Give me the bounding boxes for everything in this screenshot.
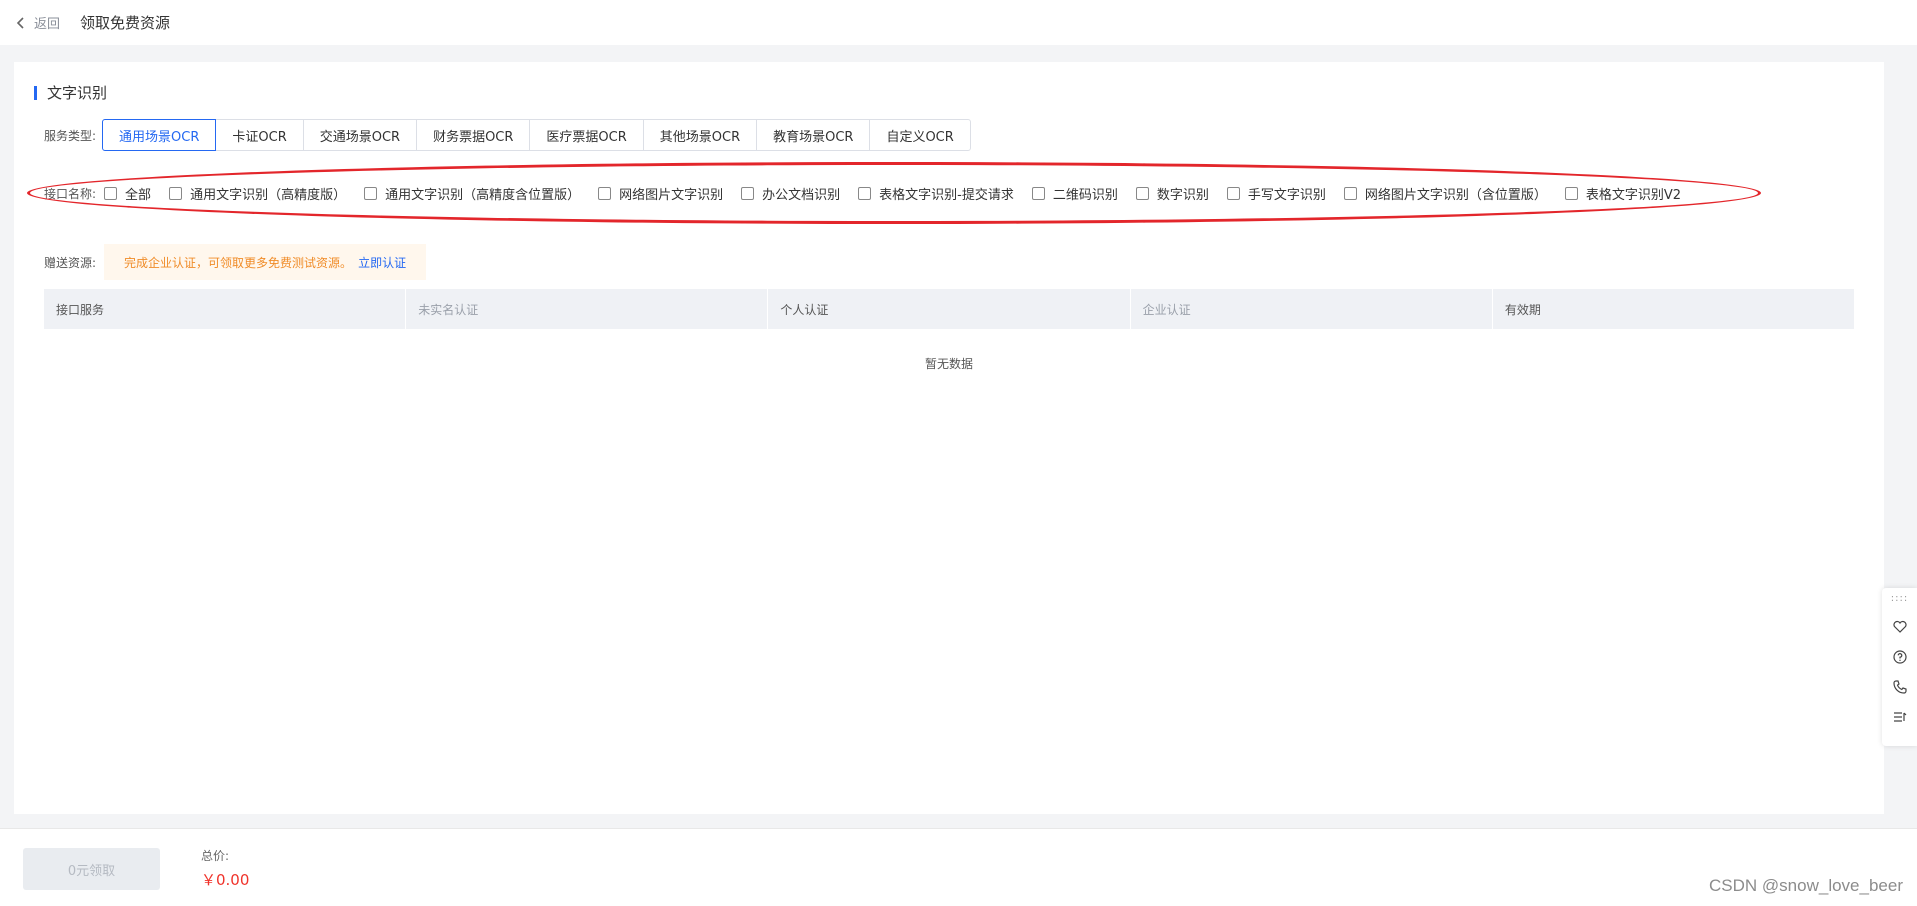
checkbox-box[interactable] xyxy=(364,187,378,200)
checkbox-general-high-precision[interactable]: 通用文字识别（高精度版） xyxy=(169,184,346,203)
section-title-text: 文字识别 xyxy=(47,84,108,102)
empty-state-text: 暂无数据 xyxy=(924,357,973,371)
drag-handle-icon[interactable]: :::: xyxy=(1891,594,1908,604)
checkbox-label: 网络图片文字识别 xyxy=(619,188,724,203)
checkbox-label: 通用文字识别（高精度版） xyxy=(190,188,347,203)
checkbox-label: 表格文字识别-提交请求 xyxy=(879,188,1014,203)
chevron-left-icon xyxy=(16,16,24,29)
enterprise-auth-notice: 完成企业认证，可领取更多免费测试资源。 立即认证 xyxy=(104,244,427,280)
checkbox-box[interactable] xyxy=(104,187,118,200)
section-title-bar xyxy=(34,85,37,100)
checkbox-box[interactable] xyxy=(1564,187,1578,200)
checkbox-table-submit[interactable]: 表格文字识别-提交请求 xyxy=(858,184,1014,203)
checkbox-label: 通用文字识别（高精度含位置版） xyxy=(385,188,581,203)
service-type-tabs: 通用场景OCR 卡证OCR 交通场景OCR 财务票据OCR 医疗票据OCR 其他… xyxy=(102,119,971,151)
list-icon[interactable] xyxy=(1890,707,1910,727)
column-header-interface-service: 接口服务 xyxy=(44,289,407,329)
gift-resource-row: 赠送资源: 完成企业认证，可领取更多免费测试资源。 立即认证 xyxy=(44,244,427,280)
checkbox-box[interactable] xyxy=(1226,187,1240,200)
watermark-text: CSDN @snow_love_beer xyxy=(1709,876,1903,895)
checkbox-label: 表格文字识别V2 xyxy=(1585,188,1682,203)
help-icon[interactable] xyxy=(1890,647,1910,667)
checkbox-label: 办公文档识别 xyxy=(762,188,841,203)
service-type-label: 服务类型: xyxy=(44,128,97,143)
tab-general-ocr[interactable]: 通用场景OCR xyxy=(102,119,217,151)
claim-free-button[interactable]: 0元领取 xyxy=(23,848,160,890)
heart-icon[interactable] xyxy=(1890,617,1910,637)
total-price-label: 总价: xyxy=(201,849,230,863)
column-header-personal: 个人认证 xyxy=(768,289,1131,329)
bottom-bar: 0元领取 总价: ￥0.00 CSDN @snow_love_beer xyxy=(0,828,1917,906)
checkbox-table-v2[interactable]: 表格文字识别V2 xyxy=(1564,184,1682,203)
checkbox-label: 全部 xyxy=(125,188,152,203)
tab-card-ocr[interactable]: 卡证OCR xyxy=(215,119,304,151)
checkbox-qrcode[interactable]: 二维码识别 xyxy=(1031,184,1118,203)
column-header-enterprise: 企业认证 xyxy=(1131,289,1493,329)
page-title: 领取免费资源 xyxy=(80,14,171,32)
checkbox-box[interactable] xyxy=(169,187,183,200)
tab-custom-ocr[interactable]: 自定义OCR xyxy=(869,119,971,151)
service-type-row: 服务类型: 通用场景OCR 卡证OCR 交通场景OCR 财务票据OCR 医疗票据… xyxy=(44,119,971,151)
checkbox-box[interactable] xyxy=(598,187,612,200)
notice-text: 完成企业认证，可领取更多免费测试资源。 xyxy=(124,255,353,270)
back-label: 返回 xyxy=(34,17,61,32)
checkbox-all[interactable]: 全部 xyxy=(104,184,151,203)
column-header-validity: 有效期 xyxy=(1504,302,1541,317)
main-card: 文字识别 服务类型: 通用场景OCR 卡证OCR 交通场景OCR 财务票据OCR… xyxy=(14,62,1884,814)
tab-other-ocr[interactable]: 其他场景OCR xyxy=(642,119,758,151)
checkbox-web-image[interactable]: 网络图片文字识别 xyxy=(598,184,723,203)
back-button[interactable]: 返回 xyxy=(14,13,60,32)
checkbox-web-image-location[interactable]: 网络图片文字识别（含位置版） xyxy=(1343,184,1547,203)
tab-medical-ocr[interactable]: 医疗票据OCR xyxy=(529,119,644,151)
checkbox-numbers[interactable]: 数字识别 xyxy=(1135,184,1209,203)
checkbox-label: 手写文字识别 xyxy=(1247,188,1326,203)
checkbox-box[interactable] xyxy=(1031,187,1045,200)
floating-toolbar: :::: xyxy=(1882,588,1917,746)
top-header: 返回 领取免费资源 xyxy=(0,0,1917,45)
verify-now-link[interactable]: 立即认证 xyxy=(358,254,406,271)
checkbox-handwriting[interactable]: 手写文字识别 xyxy=(1226,184,1326,203)
checkbox-label: 网络图片文字识别（含位置版） xyxy=(1364,188,1547,203)
checkbox-office-doc[interactable]: 办公文档识别 xyxy=(741,184,840,203)
gift-resource-label: 赠送资源: xyxy=(44,255,97,270)
tab-education-ocr[interactable]: 教育场景OCR xyxy=(756,119,871,151)
interface-name-label: 接口名称: xyxy=(44,187,97,201)
interface-name-row: 接口名称: 全部 通用文字识别（高精度版） 通用文字识别（高精度含位置版） 网络… xyxy=(44,184,1699,203)
checkbox-box[interactable] xyxy=(1135,187,1149,200)
resource-table: 接口服务 未实名认证 个人认证 企业认证 有效期 暂无数据 xyxy=(44,289,1854,372)
checkbox-box[interactable] xyxy=(1343,187,1357,200)
checkbox-box[interactable] xyxy=(858,187,872,200)
checkbox-label: 数字识别 xyxy=(1156,188,1209,203)
phone-icon[interactable] xyxy=(1890,677,1910,697)
checkbox-box[interactable] xyxy=(741,187,755,200)
total-price-value: ￥0.00 xyxy=(201,871,250,889)
column-header-unverified: 未实名认证 xyxy=(406,289,769,329)
checkbox-label: 二维码识别 xyxy=(1052,188,1118,203)
checkbox-general-high-precision-location[interactable]: 通用文字识别（高精度含位置版） xyxy=(364,184,580,203)
section-title: 文字识别 xyxy=(34,82,107,103)
table-header: 接口服务 未实名认证 个人认证 企业认证 有效期 xyxy=(44,289,1854,329)
tab-traffic-ocr[interactable]: 交通场景OCR xyxy=(302,119,418,151)
tab-finance-ocr[interactable]: 财务票据OCR xyxy=(416,119,531,151)
